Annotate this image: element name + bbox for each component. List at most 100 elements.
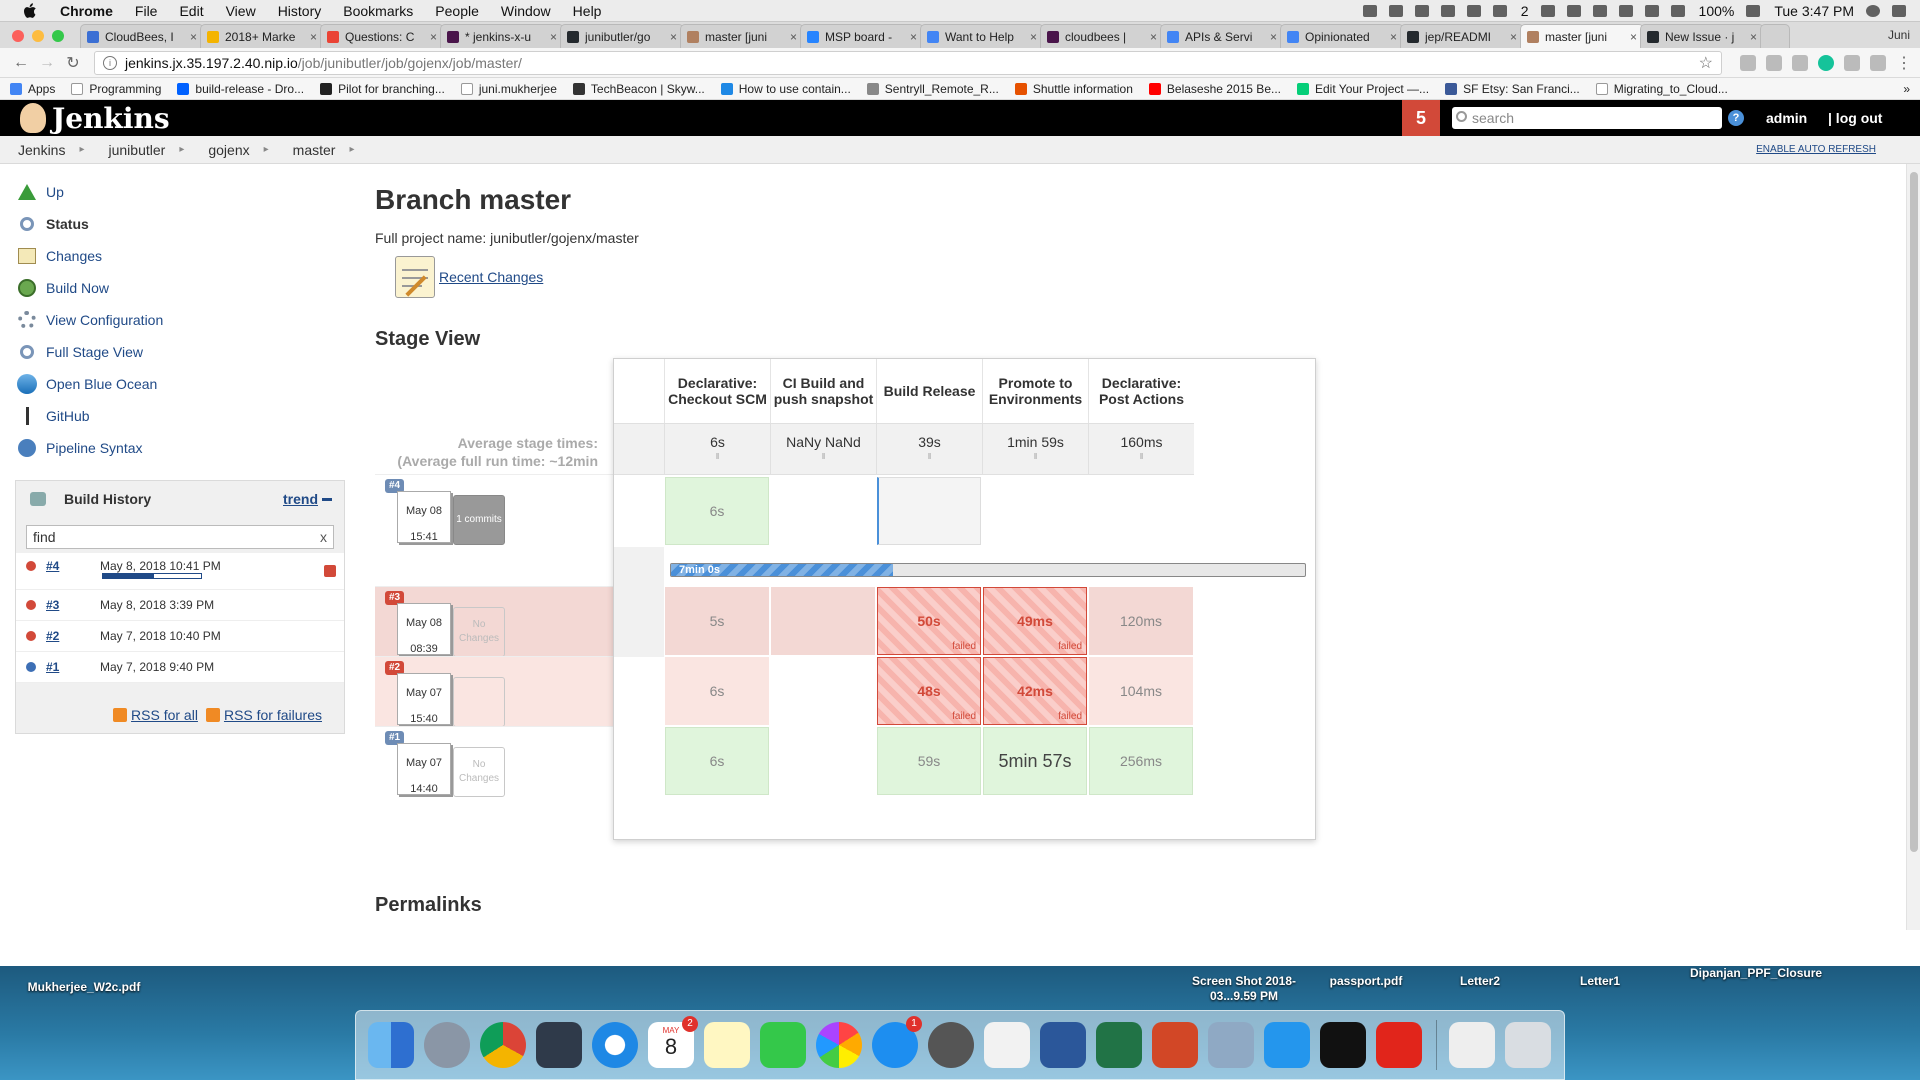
stage-cell[interactable] [1089,477,1193,545]
app-store-icon[interactable]: 1 [872,1016,922,1068]
chrome-menu-icon[interactable]: ⋮ [1896,53,1912,73]
bookmark-item[interactable]: build-release - Dro... [177,82,304,96]
extension-icon[interactable] [1740,54,1756,71]
trend-link[interactable]: trend [283,491,318,507]
word-icon[interactable] [1040,1022,1086,1068]
tab-close-icon[interactable]: × [1270,30,1277,44]
info-icon[interactable]: i [103,55,117,70]
bookmark-item[interactable]: SF Etsy: San Franci... [1445,82,1580,96]
menu-file[interactable]: File [135,3,158,19]
desktop-file[interactable]: Mukherjee_W2c.pdf [14,980,154,995]
breadcrumb-chevron-icon[interactable]: ▸ [264,144,269,155]
bookmark-item[interactable]: Shuttle information [1014,82,1133,96]
stage-cell[interactable]: 59s [877,727,981,795]
documents-stack-icon[interactable] [1449,1022,1495,1068]
breadcrumb-chevron-icon[interactable]: ▸ [79,144,84,155]
user-link[interactable]: admin [1766,100,1807,136]
volume-icon[interactable] [1644,5,1659,17]
clear-icon[interactable]: x [320,529,327,545]
build-date-link[interactable]: May 8, 2018 10:41 PM [100,559,221,573]
run-date-box[interactable]: May 08 15:41 [397,491,451,543]
stage-cell[interactable]: 42ms failed [983,657,1087,725]
activity-monitor-icon[interactable] [536,1022,582,1068]
notification-badge[interactable]: 5 [1402,100,1440,136]
finder-icon[interactable] [368,1022,414,1068]
stage-cell[interactable]: 49ms failed [983,587,1087,655]
task-view-configuration[interactable]: View Configuration [16,304,336,336]
bookmarks-overflow-icon[interactable]: » [1903,82,1910,96]
bookmark-star-icon[interactable]: ☆ [1699,53,1713,73]
breadcrumb-chevron-icon[interactable]: ▸ [349,144,354,155]
back-icon[interactable]: ← [8,54,34,72]
calendar-icon[interactable]: MAY 8 2 [648,1016,698,1068]
apple-icon[interactable] [20,2,40,19]
build-number-link[interactable]: #3 [46,598,100,612]
task-up[interactable]: Up [16,176,336,208]
dropbox-icon[interactable] [1362,5,1377,17]
search-input[interactable]: search [1452,107,1722,129]
stage-cell[interactable]: 256ms [1089,727,1193,795]
tab-close-icon[interactable]: × [1750,30,1757,44]
breadcrumb-junibutler[interactable]: junibutler [109,142,166,158]
excel-icon[interactable] [1096,1022,1142,1068]
build-number-link[interactable]: #1 [46,660,100,674]
changes-box[interactable]: No Changes [453,607,505,657]
clock[interactable]: Tue 3:47 PM [1774,3,1854,19]
extension-icon[interactable] [1844,54,1860,71]
stage-cell[interactable] [771,477,875,545]
adobe-icon[interactable] [1492,5,1507,17]
build-date-link[interactable]: May 7, 2018 10:40 PM [100,629,221,643]
build-progress-bar[interactable] [102,573,202,579]
task-github[interactable]: GitHub [16,400,336,432]
menu-people[interactable]: People [435,3,479,19]
browser-tab[interactable]: CloudBees, I × [80,24,204,48]
breadcrumb-gojenx[interactable]: gojenx [208,142,249,158]
cloud-icon[interactable] [1440,5,1455,17]
bookmark-item[interactable]: Edit Your Project —... [1297,82,1429,96]
menu-help[interactable]: Help [573,3,602,19]
changes-box[interactable]: No Changes [453,747,505,797]
build-number-link[interactable]: #2 [46,629,100,643]
bookmark-item[interactable]: juni.mukherjee [460,82,557,96]
spotlight-icon[interactable] [1866,5,1880,17]
stage-cell[interactable]: 5s [665,587,769,655]
run-date-box[interactable]: May 07 15:40 [397,673,451,725]
wifi-icon[interactable] [1618,5,1633,17]
grammarly-icon[interactable] [1818,54,1834,71]
tab-close-icon[interactable]: × [550,30,557,44]
breadcrumb-master[interactable]: master [293,142,336,158]
trash-icon[interactable] [1505,1022,1551,1068]
task-full-stage-view[interactable]: Full Stage View [16,336,336,368]
breadcrumb-chevron-icon[interactable]: ▸ [179,144,184,155]
browser-tab[interactable]: New Issue · j × [1640,24,1764,48]
help-icon[interactable]: ? [1728,110,1744,126]
menu-view[interactable]: View [226,3,256,19]
browser-tab[interactable]: junibutler/go × [560,24,684,48]
task-open-blue-ocean[interactable]: Open Blue Ocean [16,368,336,400]
bookmark-item[interactable]: Pilot for branching... [320,82,445,96]
tab-close-icon[interactable]: × [670,30,677,44]
browser-tab[interactable]: cloudbees | × [1040,24,1164,48]
logout-link[interactable]: | log out [1828,100,1882,136]
browser-tab[interactable]: jep/READMI × [1400,24,1524,48]
rss-all-link[interactable]: RSS for all [113,707,198,723]
bookmark-item[interactable]: Migrating_to_Cloud... [1595,82,1728,96]
forward-icon[interactable]: → [34,54,60,72]
profile-name[interactable]: Juni [1888,28,1910,42]
stage-cell[interactable] [771,587,875,655]
docker-icon[interactable] [1264,1022,1310,1068]
desktop-file[interactable]: Screen Shot 2018-03...9.59 PM [1186,974,1302,1004]
tab-close-icon[interactable]: × [1630,30,1637,44]
stage-cell[interactable]: 6s [665,477,769,545]
stage-cell[interactable]: 6s [665,657,769,725]
bookmark-item[interactable]: TechBeacon | Skyw... [572,82,705,96]
stage-cell[interactable] [771,657,875,725]
tab-close-icon[interactable]: × [910,30,917,44]
bluetooth-app-icon[interactable] [1414,5,1429,17]
run-date-box[interactable]: May 07 14:40 [397,743,451,795]
browser-tab[interactable]: master [juni × [1520,24,1644,48]
tab-close-icon[interactable]: × [1150,30,1157,44]
stage-cell[interactable]: 104ms [1089,657,1193,725]
extension-icon[interactable] [1870,54,1886,71]
launchpad-icon[interactable] [424,1022,470,1068]
